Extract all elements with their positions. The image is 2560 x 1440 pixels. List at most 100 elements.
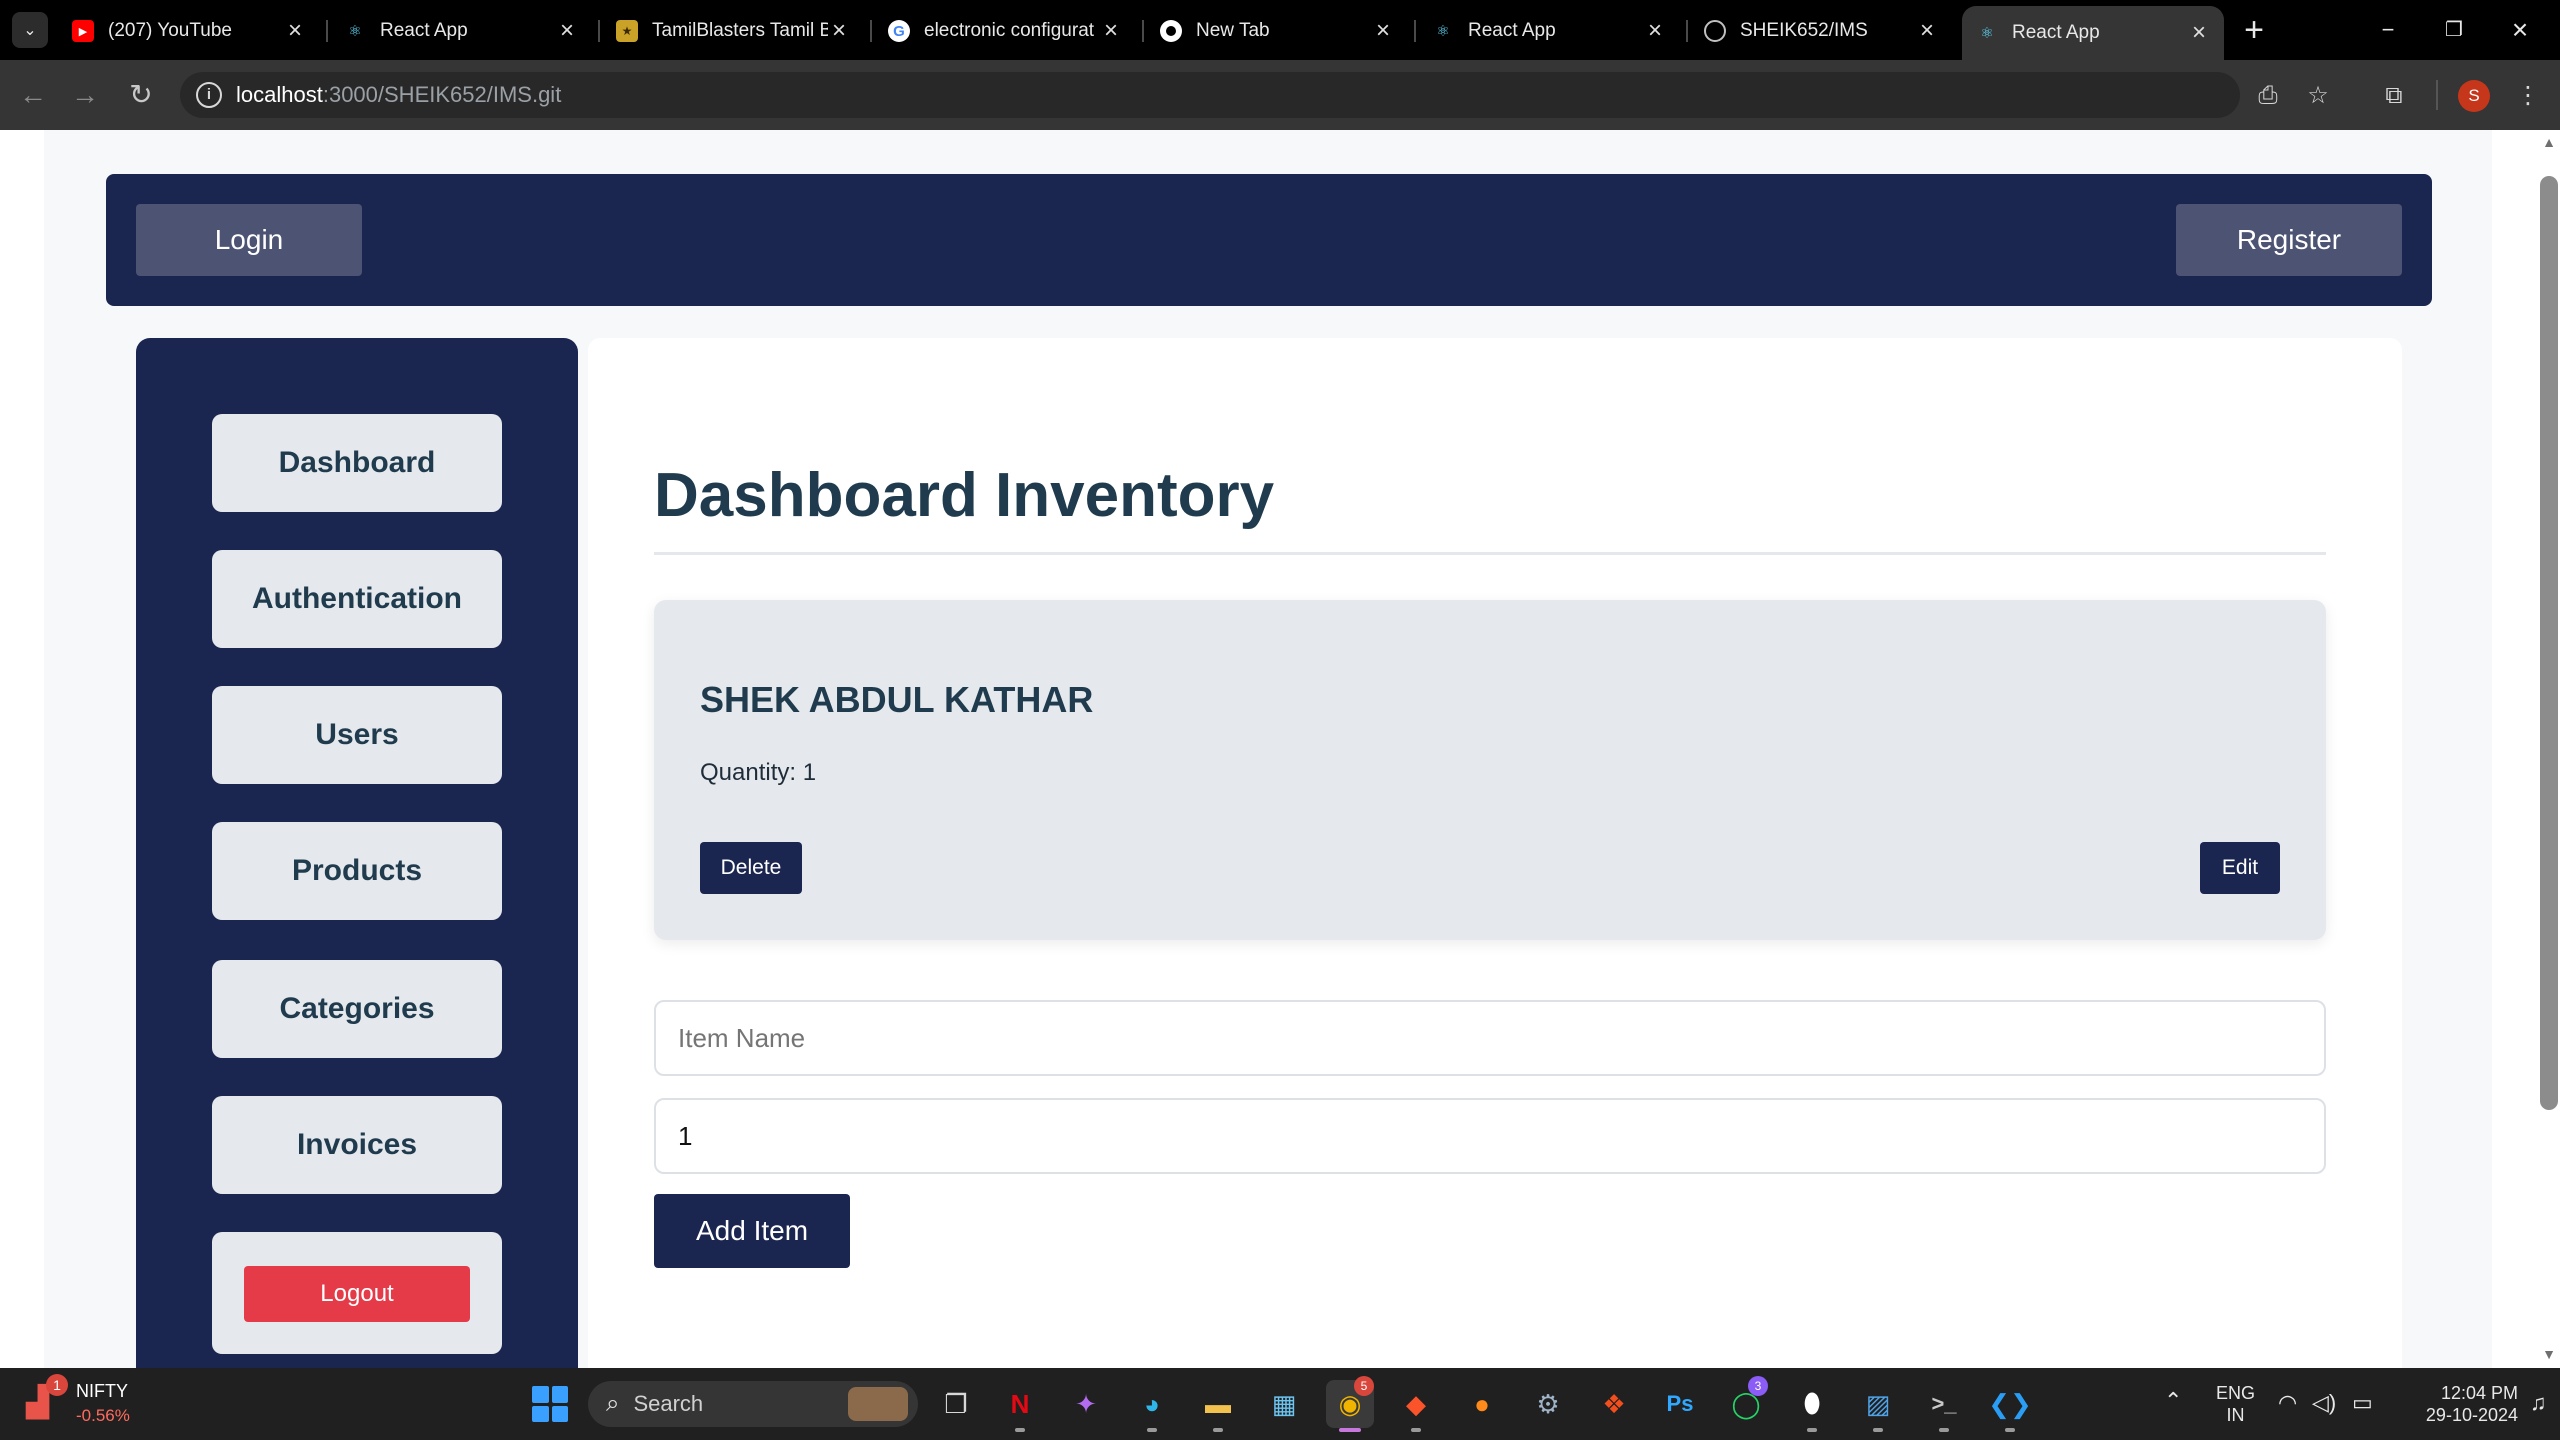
window-close-icon[interactable]: × [2490,8,2550,52]
tab-search-chevron-icon[interactable]: ⌄ [12,12,48,48]
widget-ticker-name[interactable]: NIFTY [76,1380,128,1402]
windows-start-icon[interactable] [532,1386,568,1422]
sidebar-item-authentication[interactable]: Authentication [212,550,502,648]
language-indicator[interactable]: ENG IN [2216,1382,2255,1426]
tab-divider [326,20,328,42]
file-explorer-icon[interactable]: ▬ [1194,1380,1242,1428]
copilot-icon[interactable]: ✦ [1062,1380,1110,1428]
scrollbar-thumb[interactable] [2540,176,2558,1110]
clock-time: 12:04 PM [2440,1383,2518,1403]
scroll-down-arrow-icon[interactable]: ▼ [2540,1346,2558,1362]
running-indicator [1873,1428,1883,1432]
microsoft-store-icon[interactable]: ▦ [1260,1380,1308,1428]
close-icon[interactable]: × [828,17,850,45]
task-view-icon[interactable]: ❐ [932,1380,980,1428]
tab-react-app-2[interactable]: ⚛ React App × [1418,8,1680,54]
item-name: SHEK ABDUL KATHAR [700,679,1094,720]
install-app-icon[interactable]: ⎙ [2248,76,2288,116]
netflix-icon[interactable]: N [996,1380,1044,1428]
close-icon[interactable]: × [2188,19,2210,47]
item-name-input[interactable]: Item Name [654,1000,2326,1076]
bookmark-star-icon[interactable]: ☆ [2298,76,2338,116]
minimize-icon[interactable]: − [2358,8,2418,52]
brave-icon[interactable]: ◆ [1392,1380,1440,1428]
photoshop-icon[interactable]: Ps [1656,1380,1704,1428]
tab-tamilblasters[interactable]: ★ TamilBlasters Tamil B × [602,8,864,54]
widget-ticker-change: -0.56% [76,1406,130,1425]
terminal-icon[interactable]: >_ [1920,1380,1968,1428]
tab-divider [1414,20,1416,42]
register-button[interactable]: Register [2176,204,2402,276]
edge-icon[interactable]: ◕ [1128,1380,1176,1428]
inventory-item-card [654,600,2326,940]
notification-bell-icon[interactable]: ♫ [2530,1390,2547,1416]
url-text[interactable]: localhost:3000/SHEIK652/IMS.git [236,80,561,110]
tab-github[interactable]: SHEIK652/IMS × [1690,8,1952,54]
chrome-icon [1160,20,1182,42]
react-icon: ⚛ [1436,23,1450,40]
delete-button[interactable]: Delete [700,842,802,894]
clock-date: 29-10-2024 [2425,1405,2518,1425]
reload-icon[interactable]: ↻ [120,74,162,116]
github-icon [1704,20,1726,42]
sidebar-item-invoices[interactable]: Invoices [212,1096,502,1194]
add-item-button[interactable]: Add Item [654,1194,850,1268]
close-icon[interactable]: × [1372,17,1394,45]
scroll-up-arrow-icon[interactable]: ▲ [2540,134,2558,150]
tab-react-app-active[interactable]: ⚛ React App × [1962,6,2224,60]
sidebar-item-dashboard[interactable]: Dashboard [212,414,502,512]
logout-button[interactable]: Logout [244,1266,470,1322]
search-label: Search [633,1391,704,1416]
firefox-icon[interactable]: ● [1458,1380,1506,1428]
image-viewer-icon[interactable]: ▨ [1854,1380,1902,1428]
taskbar-search-box[interactable]: ⌕ Search [588,1381,918,1427]
url-path: :3000/SHEIK652/IMS.git [322,82,562,107]
edit-button[interactable]: Edit [2200,842,2280,894]
login-button[interactable]: Login [136,204,362,276]
volume-icon[interactable]: ◁) [2312,1390,2336,1416]
back-arrow-icon[interactable]: ← [12,74,54,116]
tab-title: React App [1468,20,1556,41]
wifi-icon[interactable]: ◠ [2278,1390,2297,1416]
forward-arrow-icon[interactable]: → [64,74,106,116]
top-navbar [106,174,2432,306]
search-icon: ⌕ [606,1390,620,1417]
tab-new-tab[interactable]: New Tab × [1146,8,1408,54]
site-info-icon[interactable]: i [196,82,222,108]
new-tab-plus-icon[interactable]: + [2236,10,2272,50]
vscode-icon[interactable]: ❮❯ [1986,1380,2034,1428]
region-code: IN [2226,1405,2245,1425]
mongodb-compass-icon[interactable]: ⬮ [1788,1380,1836,1428]
battery-icon[interactable]: ▭ [2352,1390,2373,1416]
tab-title: TamilBlasters Tamil B [652,20,828,41]
item-quantity: Quantity: 1 [700,759,817,786]
profile-avatar[interactable]: S [2458,80,2490,112]
tab-react-app-1[interactable]: ⚛ React App × [330,8,592,54]
kebab-menu-icon[interactable]: ⋮ [2508,76,2548,116]
tab-google-search[interactable]: G electronic configurat × [874,8,1136,54]
sidebar-item-products[interactable]: Products [212,822,502,920]
close-icon[interactable]: × [1100,17,1122,45]
running-indicator [1015,1428,1025,1432]
tab-title: New Tab [1196,20,1270,41]
close-icon[interactable]: × [1916,17,1938,45]
close-icon[interactable]: × [556,17,578,45]
tab-title: React App [2012,22,2100,43]
taskbar-clock[interactable]: 12:04 PM 29-10-2024 [2398,1382,2518,1426]
sidebar-item-users[interactable]: Users [212,686,502,784]
settings-gear-icon[interactable]: ⚙ [1524,1380,1572,1428]
running-indicator [2005,1428,2015,1432]
quantity-input[interactable]: 1 [654,1098,2326,1174]
widget-badge: 1 [46,1374,68,1396]
sidebar-item-categories[interactable]: Categories [212,960,502,1058]
tab-youtube[interactable]: ▶ (207) YouTube × [58,8,320,54]
tab-divider [1686,20,1688,42]
close-icon[interactable]: × [1644,17,1666,45]
figma-icon[interactable]: ❖ [1590,1380,1638,1428]
extensions-puzzle-icon[interactable]: ⧉ [2374,76,2414,116]
restore-icon[interactable]: ❐ [2424,8,2484,52]
tab-title: SHEIK652/IMS [1740,20,1868,41]
tray-overflow-chevron-icon[interactable]: ⌃ [2164,1388,2182,1414]
close-icon[interactable]: × [284,17,306,45]
tab-title: React App [380,20,468,41]
